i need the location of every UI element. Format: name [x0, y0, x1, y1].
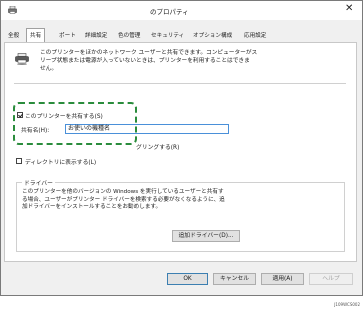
drivers-line: る場合、ユーザーがプリンター ドライバーを検索する必要がなくなるように、追 [22, 196, 225, 203]
help-button[interactable]: ヘルプ [309, 273, 353, 285]
tab-security[interactable]: セキュリティ [151, 30, 184, 42]
list-in-directory-checkbox[interactable] [16, 158, 22, 164]
printer-icon [8, 5, 17, 16]
tab-ports[interactable]: ポート [59, 30, 76, 42]
tab-color-management[interactable]: 色の管理 [118, 30, 140, 42]
apply-button[interactable]: 適用(A) [261, 273, 304, 285]
tab-advanced-settings[interactable]: 応用設定 [244, 30, 266, 42]
intro-line: リープ状態または電源が入っていないときは、プリンターを利用することはできま [40, 58, 250, 64]
intro-line: せん。 [40, 66, 58, 72]
highlight-callout [13, 102, 137, 145]
drivers-description: このプリンターを他のバージョンの Windows を実行しているユーザーと共有す… [22, 189, 247, 212]
window-title: のプロパティ [150, 8, 189, 16]
render-jobs-label: グリングする(R) [136, 145, 180, 151]
tab-configuration[interactable]: オプション構成 [193, 30, 232, 42]
shared-printer-icon [15, 53, 29, 67]
tab-advanced[interactable]: 詳細設定 [85, 30, 107, 42]
drivers-group-title: ドライバー [22, 178, 55, 187]
figure-caption: J109WCS002 [334, 302, 360, 307]
drivers-line: このプリンターを他のバージョンの Windows を実行しているユーザーと共有す [22, 189, 224, 195]
divider [14, 83, 346, 84]
intro-line: このプリンターをほかのネットワーク ユーザーと共有できます。コンピューターがス [40, 50, 258, 56]
ok-button[interactable]: OK [167, 273, 208, 285]
list-in-directory-label: ディレクトリに表示する(L) [25, 160, 97, 166]
additional-drivers-button[interactable]: 追加ドライバー(D)... [172, 230, 240, 242]
cancel-button[interactable]: キャンセル [213, 273, 256, 285]
tab-sharing[interactable]: 共有 [26, 28, 46, 42]
close-icon[interactable]: ✕ [345, 3, 353, 14]
sharing-intro-text: このプリンターをほかのネットワーク ユーザーと共有できます。コンピューターがス … [40, 49, 260, 73]
drivers-line: 加ドライバーをインストールすることをお勧めします。 [22, 204, 162, 210]
tab-general[interactable]: 全般 [8, 30, 19, 42]
